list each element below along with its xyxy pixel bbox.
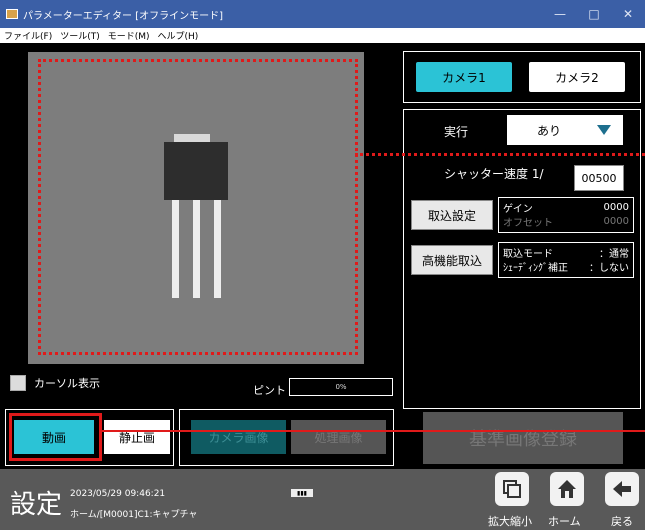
shading-label: ｼｪｰﾃﾞｨﾝｸﾞ補正 (503, 262, 568, 274)
image-source-group: カメラ画像 処理画像 (179, 409, 394, 466)
focus-label: ピント (253, 384, 286, 397)
menu-mode[interactable]: モード(M) (108, 29, 150, 42)
status-bar: 設定 2023/05/29 09:46:21 ホーム/[M0001]C1:キャプ… (0, 469, 645, 530)
capture-mode-label: 取込モード (503, 248, 553, 260)
video-highlight-frame (9, 413, 102, 461)
cursor-display-toggle[interactable]: カーソル表示 (10, 375, 100, 391)
register-reference-image-button[interactable]: 基準画像登録 (423, 412, 623, 464)
tab-camera-2[interactable]: カメラ2 (529, 62, 625, 92)
gain-label: ゲイン (503, 203, 533, 215)
focus-meter: 0% (289, 378, 393, 396)
offset-value: 0000 (603, 215, 629, 227)
home-label: ホーム (548, 515, 581, 528)
gain-value: 0000 (603, 201, 629, 213)
zoom-button[interactable] (495, 472, 529, 506)
zoom-icon (503, 480, 521, 498)
app-icon (6, 9, 18, 19)
shading-value: ：しない (589, 262, 629, 274)
home-button[interactable] (550, 472, 584, 506)
exec-label: 実行 (444, 125, 469, 139)
page-title: 設定 (10, 490, 63, 520)
menu-help[interactable]: ヘルプ(H) (158, 29, 199, 42)
capture-settings-button[interactable]: 取込設定 (411, 200, 493, 230)
minimize-button[interactable]: — (543, 0, 577, 28)
maximize-button[interactable]: □ (577, 0, 611, 28)
home-icon (558, 480, 576, 498)
zoom-label: 拡大縮小 (488, 515, 532, 528)
breadcrumb: ホーム/[M0001]C1:キャプチャ (70, 510, 198, 520)
dropdown-arrow-icon (597, 125, 611, 135)
back-label: 戻る (611, 515, 633, 528)
gain-info: ゲイン 0000 オフセット 0000 (498, 197, 634, 233)
advanced-capture-button[interactable]: 高機能取込 (411, 245, 493, 275)
camera-image-button[interactable]: カメラ画像 (191, 420, 286, 454)
menu-bar: ファイル(F) ツール(T) モード(M) ヘルプ(H) (0, 28, 645, 43)
shutter-label: シャッター速度 1/ (444, 167, 544, 181)
measurement-region[interactable] (38, 59, 358, 355)
capture-mode-value: ：通常 (599, 248, 629, 260)
still-image-button[interactable]: 静止画 (104, 420, 170, 454)
status-badge: ▮▮▮ (291, 489, 313, 497)
back-button[interactable] (605, 472, 639, 506)
menu-tools[interactable]: ツール(T) (60, 29, 100, 42)
title-bar: パラメーターエディター [オフラインモード] — □ ✕ (0, 0, 645, 28)
offset-label: オフセット (503, 217, 553, 229)
window-controls: — □ ✕ (543, 0, 645, 28)
status-datetime: 2023/05/29 09:46:21 (70, 489, 166, 499)
annotation-line (100, 430, 645, 432)
exec-select-value: あり (537, 123, 562, 138)
close-button[interactable]: ✕ (611, 0, 645, 28)
tab-camera-1[interactable]: カメラ1 (416, 62, 512, 92)
image-mode-group: 動画 静止画 (5, 409, 174, 466)
capture-mode-info: 取込モード ：通常 ｼｪｰﾃﾞｨﾝｸﾞ補正 ：しない (498, 242, 634, 278)
camera-tabs: カメラ1 カメラ2 (403, 51, 641, 103)
processed-image-button[interactable]: 処理画像 (291, 420, 386, 454)
cursor-label: カーソル表示 (34, 377, 100, 390)
exec-select[interactable]: あり (507, 115, 623, 145)
annotation-line (355, 153, 645, 156)
back-arrow-icon (613, 481, 631, 497)
cursor-checkbox[interactable] (10, 375, 26, 391)
shutter-input[interactable]: 00500 (574, 165, 624, 191)
window-title: パラメーターエディター [オフラインモード] (23, 10, 223, 22)
menu-file[interactable]: ファイル(F) (4, 29, 52, 42)
